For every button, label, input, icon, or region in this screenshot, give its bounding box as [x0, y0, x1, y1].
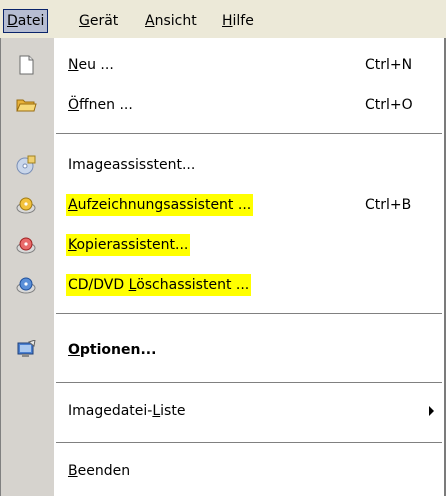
copy-disc-icon — [15, 235, 37, 255]
submenu-arrow-icon — [429, 406, 434, 416]
menu-mnemonic: G — [79, 13, 90, 29]
menu-item-label: Imagedatei-Liste — [68, 403, 186, 419]
menu-item-label: Optionen... — [68, 342, 157, 358]
menu-mnemonic: H — [222, 13, 233, 29]
erase-disc-icon — [15, 275, 37, 295]
menu-item-label: Neu ... — [68, 57, 114, 73]
new-file-icon — [15, 55, 37, 75]
menu-separator — [56, 442, 442, 443]
menu-item-label: Aufzeichnungsassistent ... — [66, 194, 254, 216]
menu-item-label: CD/DVD Löschassistent ... — [66, 274, 252, 296]
menu-ansicht[interactable]: Ansicht — [145, 10, 197, 32]
menu-item-imageassistent[interactable]: Imageassisstent... — [0, 145, 444, 185]
menu-datei[interactable]: Datei — [3, 9, 49, 33]
menu-item-label: Beenden — [68, 463, 131, 479]
menu-label-suffix: nsicht — [154, 13, 197, 29]
menu-label-suffix: ilfe — [232, 13, 254, 29]
options-icon — [15, 339, 37, 360]
open-folder-icon — [15, 95, 37, 115]
burn-disc-icon — [15, 195, 37, 215]
menu-item-optionen[interactable]: Optionen... — [0, 330, 444, 370]
menu-item-label: Imageassisstent... — [68, 157, 196, 173]
menu-item-beenden[interactable]: Beenden — [0, 451, 444, 491]
menu-label-suffix: erät — [89, 13, 119, 29]
menu-geraet[interactable]: Gerät — [79, 10, 118, 32]
shortcut-label: Ctrl+B — [365, 197, 412, 213]
menu-hilfe[interactable]: Hilfe — [222, 10, 254, 32]
menu-mnemonic: A — [145, 13, 155, 29]
menu-item-label: Kopierassistent... — [66, 234, 191, 256]
shortcut-label: Ctrl+N — [365, 57, 413, 73]
menu-item-oeffnen[interactable]: Öffnen ... Ctrl+O — [0, 85, 444, 125]
menu-separator — [56, 382, 442, 383]
menu-mnemonic: D — [7, 13, 18, 29]
image-wizard-icon — [15, 155, 37, 175]
menu-separator — [56, 133, 442, 134]
menu-item-kopierassistent[interactable]: Kopierassistent... — [0, 225, 444, 265]
menu-separator — [56, 313, 442, 314]
menu-item-neu[interactable]: Neu ... Ctrl+N — [0, 45, 444, 85]
menu-label-suffix: atei — [17, 13, 45, 29]
menu-item-loeschassistent[interactable]: CD/DVD Löschassistent ... — [0, 265, 444, 305]
menu-bar: Datei Gerät Ansicht Hilfe — [0, 0, 446, 38]
shortcut-label: Ctrl+O — [365, 97, 413, 113]
menu-item-imagedatei-liste[interactable]: Imagedatei-Liste — [0, 391, 444, 431]
menu-item-label: Öffnen ... — [68, 97, 133, 113]
datei-dropdown-menu: Neu ... Ctrl+N Öffnen ... Ctrl+O Imageas… — [0, 38, 446, 496]
menu-item-aufzeichnungsassistent[interactable]: Aufzeichnungsassistent ... Ctrl+B — [0, 185, 444, 225]
